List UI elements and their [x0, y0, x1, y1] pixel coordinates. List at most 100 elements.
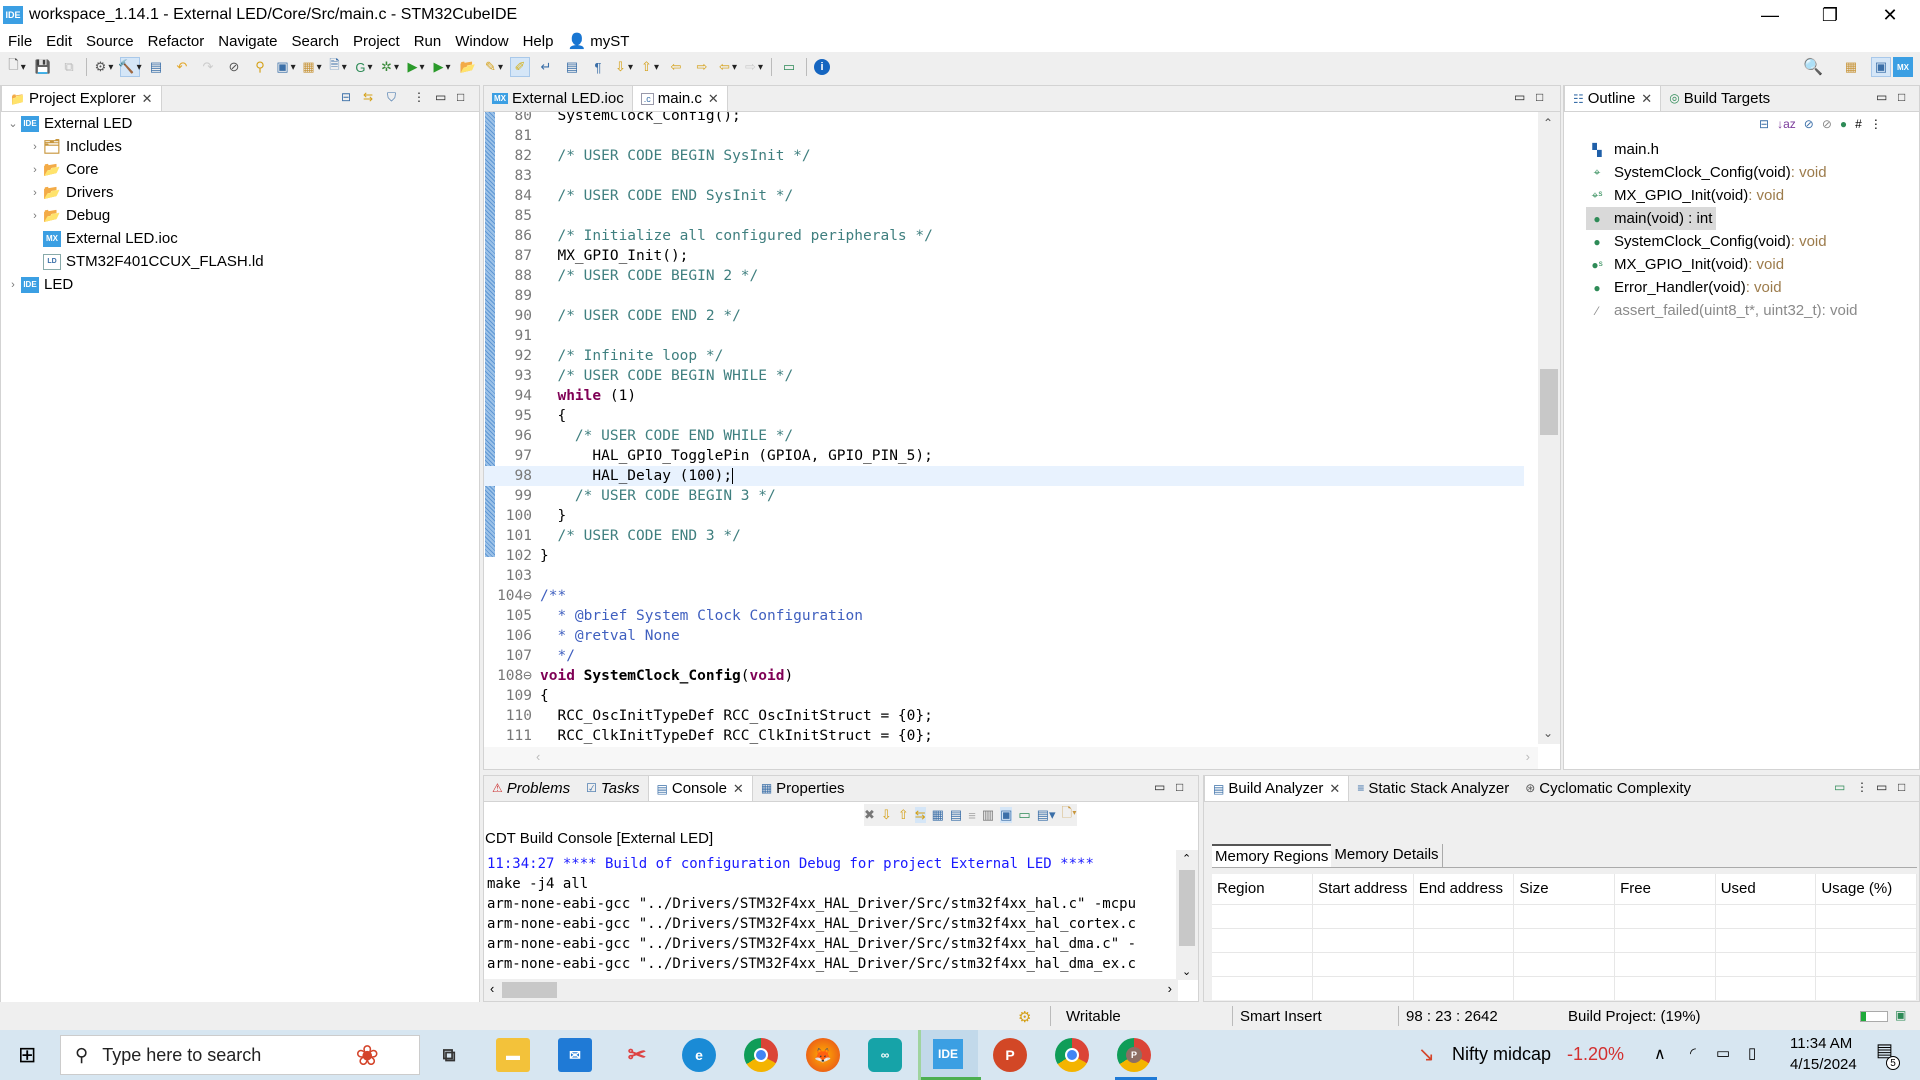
tab-tasks[interactable]: ☑ Tasks: [578, 775, 647, 801]
scroll-up-icon[interactable]: ⌃: [1543, 116, 1553, 130]
menu-window[interactable]: Window: [455, 33, 508, 50]
hide-static-icon[interactable]: ⊘: [1822, 117, 1832, 131]
copy-icon[interactable]: ▥: [982, 807, 994, 823]
code-line[interactable]: 89: [484, 286, 1524, 306]
code-line[interactable]: 80 SystemClock_Config();: [484, 112, 1524, 126]
column-header[interactable]: Size: [1513, 874, 1616, 904]
tab-main-c[interactable]: .c main.c ✕: [631, 85, 728, 111]
new-c-project-icon[interactable]: ▣: [276, 57, 296, 77]
ticker-change[interactable]: -1.20%: [1567, 1044, 1624, 1065]
debug-icon[interactable]: ✲: [380, 57, 400, 77]
scroll-left-icon[interactable]: ‹: [490, 981, 494, 996]
scroll-down-icon[interactable]: ⌄: [1182, 965, 1191, 978]
maximize-icon[interactable]: □: [1536, 90, 1543, 104]
hide-macros-icon[interactable]: #: [1855, 117, 1862, 131]
code-line[interactable]: 105 * @brief System Clock Configuration: [484, 606, 1524, 626]
tree-item-core[interactable]: › 📂 Core: [27, 158, 98, 181]
toggle-mark-occurrences-icon[interactable]: ✐: [510, 57, 530, 77]
console-horizontal-scrollbar[interactable]: ‹ ›: [484, 979, 1178, 1001]
scroll-right-icon[interactable]: ›: [1168, 981, 1172, 996]
maximize-icon[interactable]: □: [457, 90, 464, 104]
arduino-icon[interactable]: ∞: [868, 1038, 902, 1072]
snipping-tool-icon[interactable]: ✂: [620, 1038, 654, 1072]
code-line[interactable]: 96 /* USER CODE END WHILE */: [484, 426, 1524, 446]
open-perspective-icon[interactable]: 📂: [458, 57, 478, 77]
outline-item[interactable]: ● SystemClock_Config(void) : void: [1586, 230, 1831, 253]
device-config-icon[interactable]: ⚲: [250, 57, 270, 77]
tree-item-led[interactable]: › IDE LED: [5, 273, 73, 296]
open-perspective-button[interactable]: ▦: [1841, 57, 1861, 77]
search-tool-icon[interactable]: ✎: [484, 57, 504, 77]
menu-edit[interactable]: Edit: [46, 33, 72, 50]
next-edit-icon[interactable]: ⇨: [692, 57, 712, 77]
new-icon[interactable]: 🗋: [7, 57, 27, 77]
tab-problems[interactable]: ⚠ Problems: [484, 775, 578, 801]
taskbar-search-box[interactable]: ⚲ Type here to search ❀: [60, 1035, 420, 1075]
next-annotation-icon[interactable]: ⇩: [614, 57, 634, 77]
skip-breakpoints-icon[interactable]: ⊘: [224, 57, 244, 77]
meet-now-icon[interactable]: ▯: [1748, 1044, 1756, 1062]
powerpoint-icon[interactable]: P: [993, 1038, 1027, 1072]
scroll-left-icon[interactable]: ‹: [536, 749, 540, 764]
close-icon[interactable]: ✕: [733, 781, 744, 797]
code-line[interactable]: 87 MX_GPIO_Init();: [484, 246, 1524, 266]
code-line[interactable]: 82 /* USER CODE BEGIN SysInit */: [484, 146, 1524, 166]
link-with-editor-icon[interactable]: ⇆: [363, 90, 373, 104]
view-menu-icon[interactable]: ⋮: [1856, 780, 1868, 794]
console-output[interactable]: 11:34:27 **** Build of configuration Deb…: [484, 854, 1176, 992]
back-icon[interactable]: ⇦: [718, 57, 738, 77]
scroll-lock-icon[interactable]: ⇆: [914, 807, 926, 823]
maximize-icon[interactable]: □: [1176, 780, 1183, 794]
code-line[interactable]: 111 RCC_ClkInitTypeDef RCC_ClkInitStruct…: [484, 726, 1524, 744]
minimize-icon[interactable]: ▭: [1154, 780, 1165, 794]
column-header[interactable]: End address: [1413, 874, 1515, 904]
minimize-button[interactable]: —: [1740, 0, 1800, 30]
column-header[interactable]: Free: [1614, 874, 1716, 904]
undo-icon[interactable]: ↶: [172, 57, 192, 77]
hide-fields-icon[interactable]: ⊘: [1804, 117, 1814, 131]
new-source-folder-icon[interactable]: ▦: [302, 57, 322, 77]
chevron-right-icon[interactable]: ›: [5, 279, 21, 291]
firefox-icon[interactable]: 🦊: [806, 1038, 840, 1072]
build-icon[interactable]: 🔨: [118, 57, 140, 77]
mx-perspective-button[interactable]: MX: [1893, 57, 1913, 77]
close-icon[interactable]: ✕: [142, 91, 153, 107]
column-header[interactable]: Start address: [1312, 874, 1414, 904]
prev-annotation-icon[interactable]: ⇧: [640, 57, 660, 77]
pin-editor-icon[interactable]: ▭: [779, 57, 799, 77]
menu-myst[interactable]: 👤 myST: [567, 32, 629, 50]
code-line[interactable]: 104⊖ /**: [484, 586, 1524, 606]
tree-item-drivers[interactable]: › 📂 Drivers: [27, 181, 113, 204]
code-line[interactable]: 98 HAL_Delay (100);: [484, 466, 1524, 486]
code-line[interactable]: 102}: [484, 546, 1524, 566]
minimize-icon[interactable]: ▭: [1514, 90, 1525, 104]
tab-cyclomatic-complexity[interactable]: ⊛ Cyclomatic Complexity: [1517, 775, 1699, 801]
display-console-icon[interactable]: ▤▾: [1037, 807, 1056, 823]
run-icon[interactable]: ▶: [406, 57, 426, 77]
chrome-profile-icon[interactable]: [1055, 1038, 1089, 1072]
build-analyzer-icon[interactable]: ▤: [146, 57, 166, 77]
tab-build-analyzer[interactable]: ▤ Build Analyzer ✕: [1204, 775, 1350, 801]
search-icon[interactable]: 🔍: [1803, 57, 1823, 77]
close-icon[interactable]: ✕: [1329, 781, 1340, 797]
info-icon[interactable]: i: [814, 59, 830, 75]
outline-item[interactable]: ⌖ˢ MX_GPIO_Init(void) : void: [1586, 184, 1788, 207]
run-external-tool-icon[interactable]: ▶: [432, 57, 452, 77]
menu-help[interactable]: Help: [523, 33, 554, 50]
menu-refactor[interactable]: Refactor: [148, 33, 205, 50]
chevron-right-icon[interactable]: ›: [27, 187, 43, 199]
menu-search[interactable]: Search: [291, 33, 339, 50]
outline-item[interactable]: ▚ main.h: [1586, 138, 1663, 161]
scrollbar-thumb[interactable]: [1179, 870, 1195, 946]
block-selection-icon[interactable]: ▤: [562, 57, 582, 77]
outline-item[interactable]: ●ˢ MX_GPIO_Init(void) : void: [1586, 253, 1788, 276]
code-line[interactable]: 95 {: [484, 406, 1524, 426]
view-menu-icon[interactable]: ⋮: [413, 90, 425, 104]
word-wrap-icon[interactable]: ≡: [968, 808, 976, 823]
hide-nonpublic-icon[interactable]: ●: [1840, 117, 1847, 131]
editor-vertical-scrollbar[interactable]: ⌃ ⌄: [1538, 112, 1560, 744]
menu-project[interactable]: Project: [353, 33, 400, 50]
maximize-button[interactable]: ❐: [1800, 0, 1860, 30]
pin-console-icon[interactable]: ▤: [950, 807, 962, 823]
last-edit-icon[interactable]: ⇦: [666, 57, 686, 77]
